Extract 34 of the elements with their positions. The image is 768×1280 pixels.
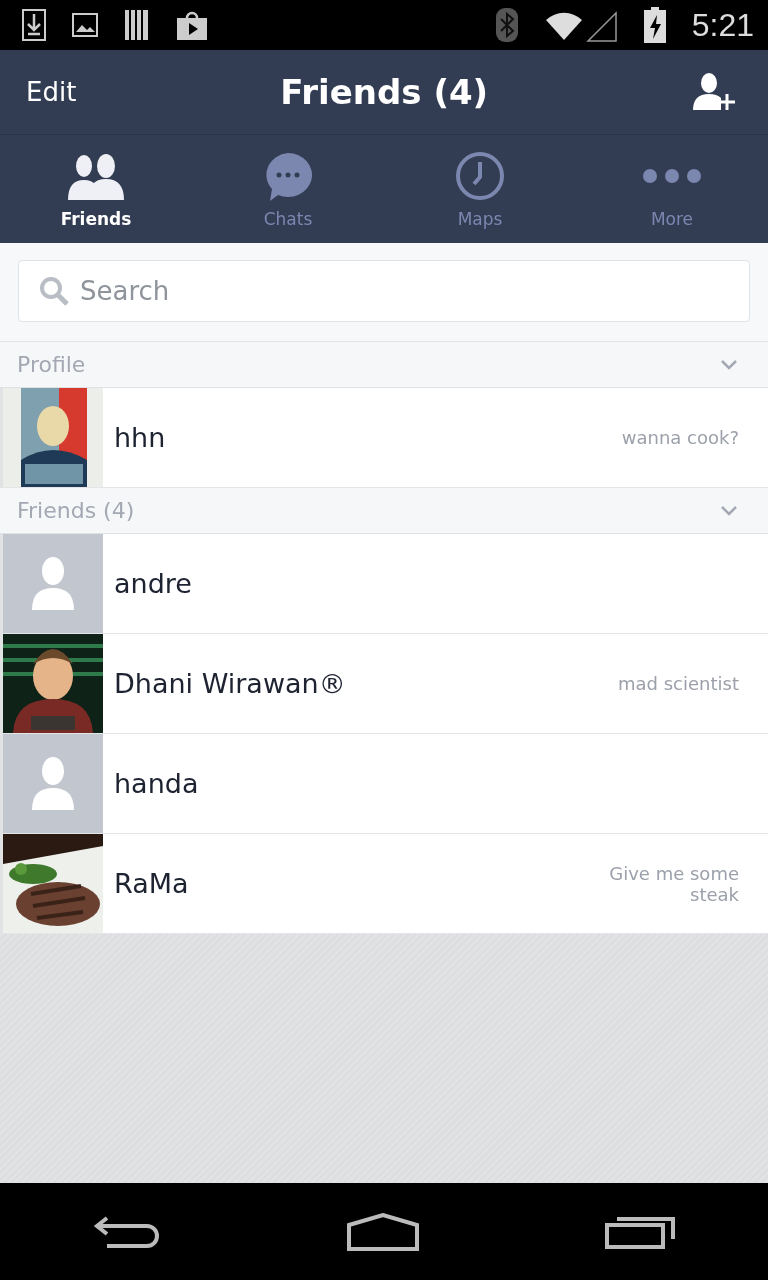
friend-name: hhn	[114, 422, 167, 453]
friend-row[interactable]: hhn wanna cook?	[3, 388, 768, 488]
status-message: Give me some steak	[608, 862, 739, 905]
more-icon	[642, 168, 702, 184]
add-friend-button[interactable]	[692, 72, 738, 112]
friend-row[interactable]: RaMa Give me some steak	[3, 834, 768, 934]
clock-icon	[455, 151, 505, 201]
edit-button[interactable]: Edit	[26, 77, 77, 107]
friend-name: RaMa	[114, 868, 190, 899]
search-icon	[39, 276, 69, 306]
friend-name: handa	[114, 768, 200, 799]
friend-name: andre	[114, 568, 193, 599]
friends-icon	[66, 152, 126, 200]
status-message: mad scientist	[618, 673, 739, 694]
friend-row[interactable]: handa	[3, 734, 768, 834]
signal-icon	[543, 8, 618, 42]
tab[interactable]: Friends	[0, 135, 192, 243]
barcode-icon	[124, 10, 150, 40]
avatar-placeholder-icon	[3, 734, 103, 833]
battery-icon	[643, 7, 666, 43]
friend-row[interactable]: Dhani Wirawan® mad scientist	[3, 634, 768, 734]
friend-row[interactable]: andre	[3, 534, 768, 634]
clock-time: 5:21	[691, 6, 754, 44]
shopping-bag-icon	[176, 9, 208, 41]
recent-apps-icon[interactable]	[605, 1214, 676, 1249]
friend-name: Dhani Wirawan®	[114, 668, 347, 699]
avatar-placeholder-icon	[3, 534, 103, 633]
screen-title: Friends (4)	[279, 72, 490, 112]
home-icon[interactable]	[346, 1212, 420, 1251]
image-icon	[72, 13, 98, 37]
status-message: wanna cook?	[621, 427, 739, 448]
search-field[interactable]: Search	[18, 260, 750, 322]
bluetooth-icon	[495, 8, 518, 42]
download-icon	[22, 9, 46, 41]
